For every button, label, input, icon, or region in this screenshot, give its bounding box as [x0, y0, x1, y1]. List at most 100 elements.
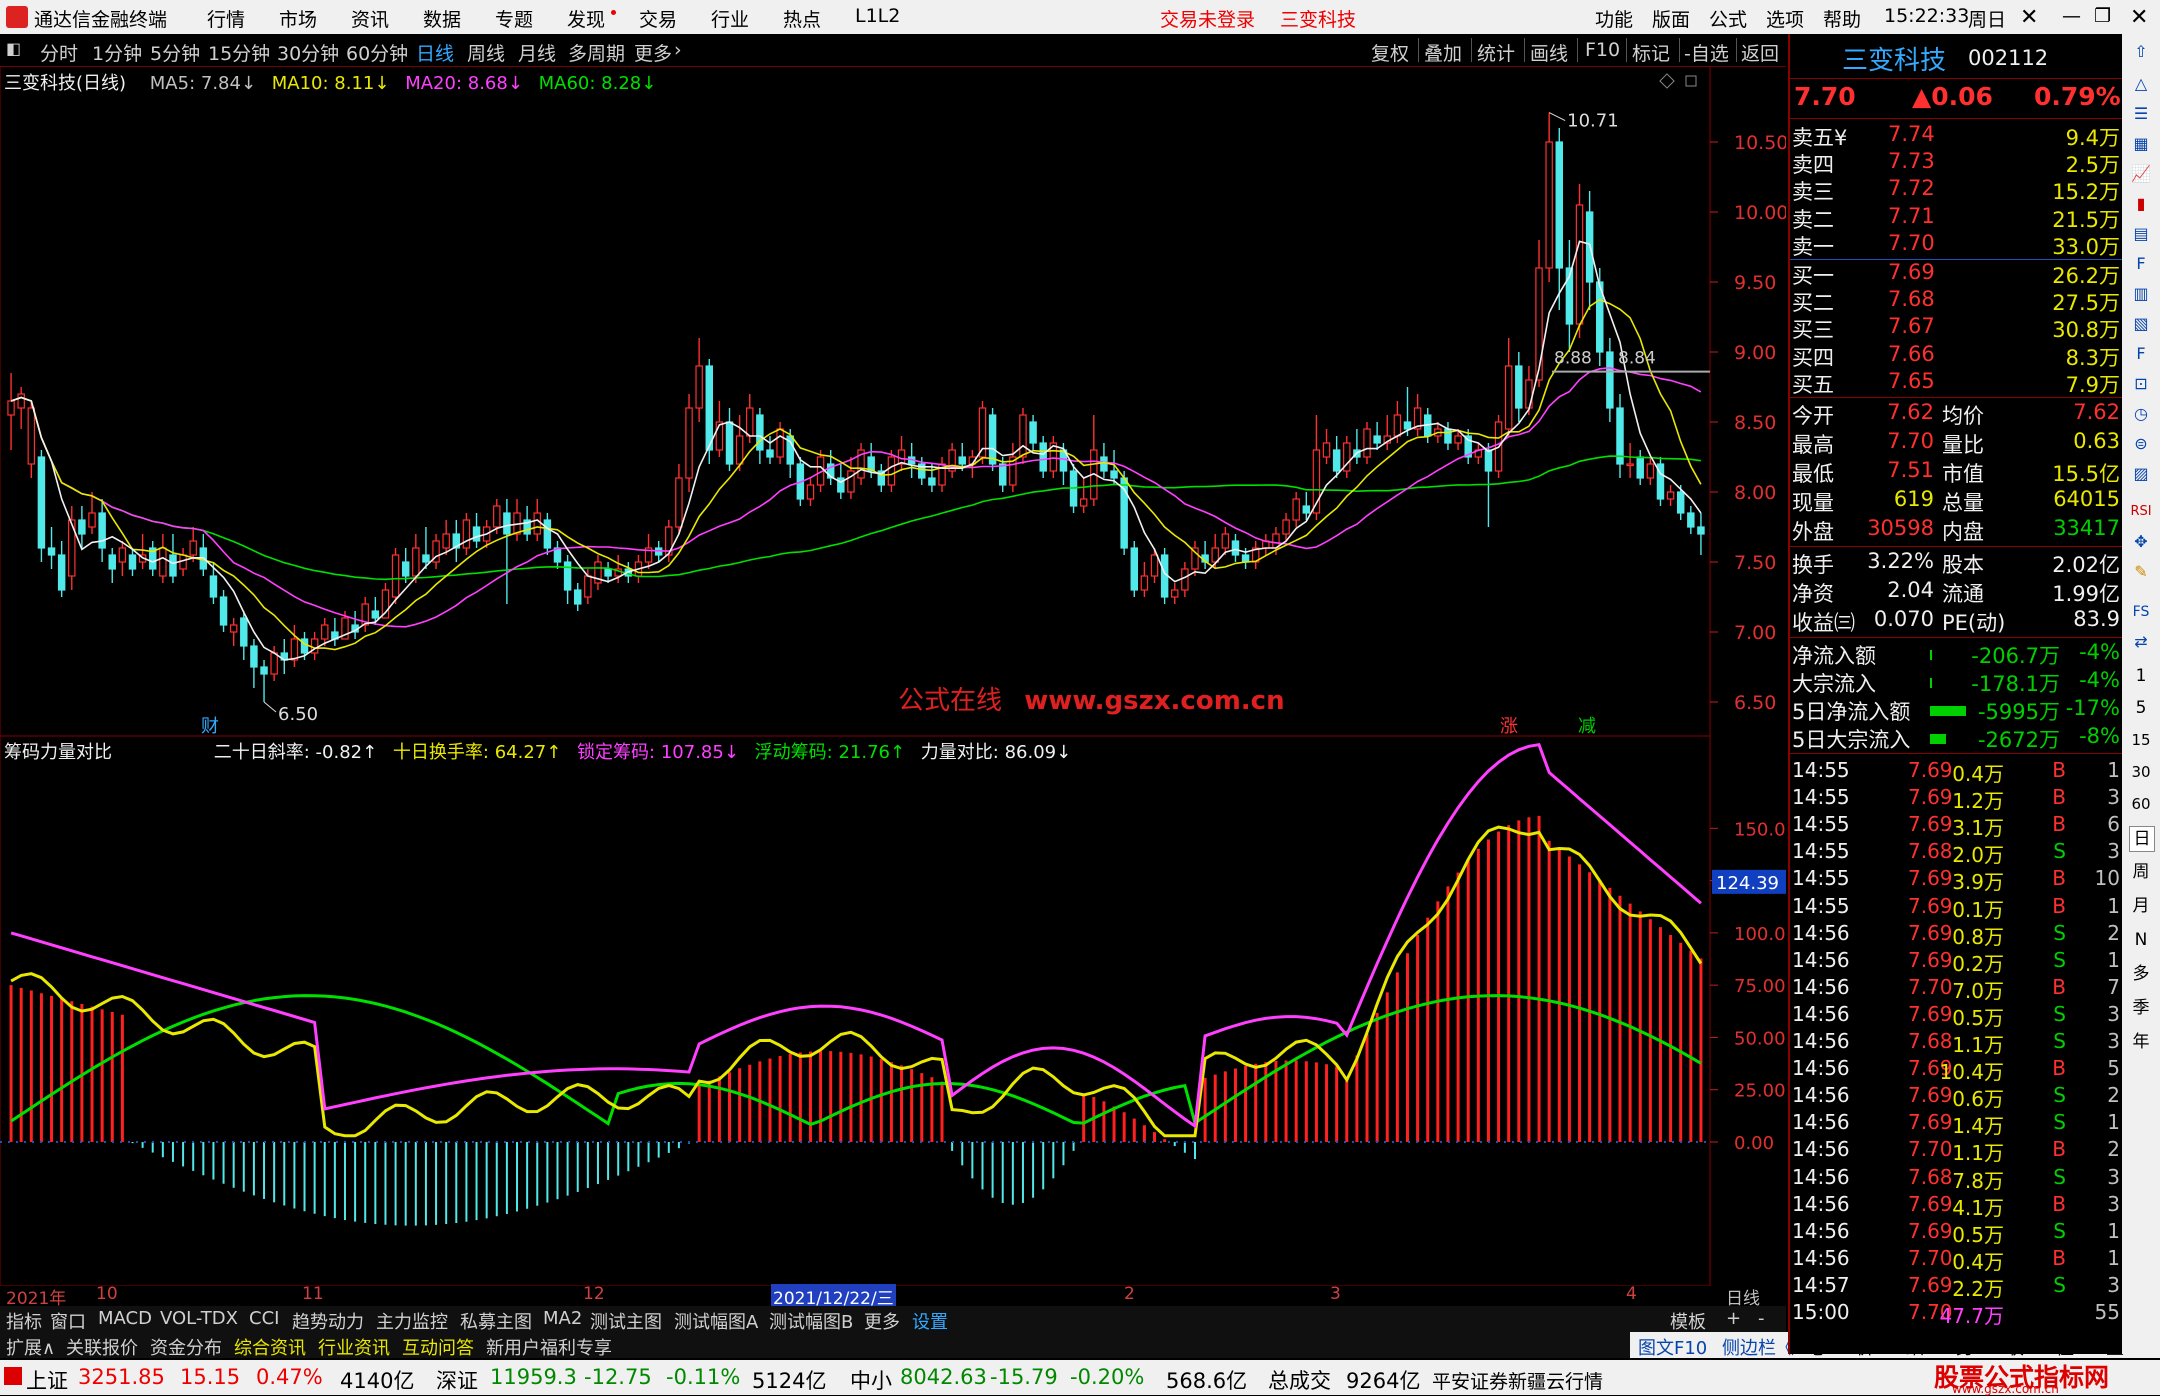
tab-trend[interactable]: 趋势动力 [292, 1308, 364, 1334]
table-icon[interactable]: ▤ [2129, 222, 2153, 246]
zoom-in-button[interactable]: + [1726, 1308, 1741, 1329]
menu-item-layout[interactable]: 版面 [1652, 5, 1690, 32]
zoom-out-button[interactable]: - [1758, 1308, 1765, 1329]
tab-general-news[interactable]: 综合资讯 [234, 1334, 306, 1360]
f10-icon[interactable]: F [2129, 252, 2153, 276]
menu-item-options[interactable]: 选项 [1766, 5, 1804, 32]
menu-item-quote[interactable]: 行情 [207, 5, 245, 32]
kline-chart[interactable]: 10.50 10.00 9.50 9.00 8.50 8.00 7.50 7.00 6.50 10… [0, 66, 1786, 738]
menu-item-l1l2[interactable]: L1L2 [855, 5, 900, 27]
tool-overlay[interactable]: 叠加 [1424, 39, 1462, 66]
menu-item-market[interactable]: 市场 [279, 5, 317, 32]
period-day-button[interactable]: 日 [2129, 826, 2155, 852]
list-icon[interactable]: ☰ [2129, 102, 2153, 126]
lock-icon[interactable]: ⊡ [2129, 372, 2153, 396]
close-app-icon[interactable]: ✕ [2020, 5, 2038, 30]
menu-item-discover[interactable]: 发现 [567, 5, 605, 32]
tab-industry-news[interactable]: 行业资讯 [318, 1334, 390, 1360]
menu-item-industry[interactable]: 行业 [711, 5, 749, 32]
period-week-button[interactable]: 周 [2129, 860, 2153, 884]
login-status[interactable]: 交易未登录 [1160, 5, 1255, 32]
period-30min[interactable]: 30分钟 [277, 39, 339, 66]
menu-item-topics[interactable]: 专题 [495, 5, 533, 32]
tab-new-user-benefit[interactable]: 新用户福利专享 [486, 1334, 612, 1360]
tab-test-main[interactable]: 测试主图 [590, 1308, 662, 1334]
buy-row[interactable]: 买五 7.65 7.9万 [1790, 369, 2124, 397]
period-5min[interactable]: 5分钟 [150, 39, 200, 66]
sell-row[interactable]: 卖一 7.70 33.0万 [1790, 231, 2124, 259]
tab-private-main[interactable]: 私募主图 [460, 1308, 532, 1334]
minimize-icon[interactable]: — [2062, 5, 2081, 27]
chart-line-icon[interactable]: 📈 [2129, 162, 2153, 186]
tab-related-quote[interactable]: 关联报价 [66, 1334, 138, 1360]
restore-icon[interactable]: ❐ [2094, 5, 2111, 27]
grid-icon[interactable]: ▦ [2129, 132, 2153, 156]
menu-item-formula[interactable]: 公式 [1709, 5, 1747, 32]
period-month-button[interactable]: 月 [2129, 894, 2153, 918]
move-icon[interactable]: ✥ [2129, 530, 2153, 554]
period-multi-button[interactable]: 多 [2129, 962, 2153, 986]
tab-qa[interactable]: 互动问答 [402, 1334, 474, 1360]
tab-cci[interactable]: CCI [249, 1308, 279, 1329]
tab-window[interactable]: 窗口 [50, 1308, 86, 1334]
tool-draw[interactable]: 画线 [1530, 39, 1568, 66]
menu-item-help[interactable]: 帮助 [1823, 5, 1861, 32]
period-60min[interactable]: 60分钟 [346, 39, 408, 66]
period-5-button[interactable]: 5 [2129, 696, 2153, 720]
menu-item-news[interactable]: 资讯 [351, 5, 389, 32]
reduce-marker[interactable]: 减 [1578, 712, 1596, 738]
tab-ma2[interactable]: MA2 [543, 1308, 582, 1329]
tool-f10[interactable]: F10 [1585, 39, 1620, 61]
finance-marker[interactable]: 财 [201, 712, 219, 738]
period-1-button[interactable]: 1 [2129, 664, 2153, 688]
tab-test-sub-a[interactable]: 测试幅图A [674, 1308, 758, 1334]
period-quarter-button[interactable]: 季 [2129, 996, 2153, 1020]
money-icon[interactable]: ⊜ [2129, 432, 2153, 456]
candlestick-icon[interactable]: ▮ [2129, 192, 2153, 216]
sell-row[interactable]: 卖三 7.72 15.2万 [1790, 176, 2124, 204]
tool-fuquan[interactable]: 复权 [1371, 39, 1409, 66]
f2-icon[interactable]: F [2129, 342, 2153, 366]
period-weekly[interactable]: 周线 [467, 39, 505, 66]
tab-vol-tdx[interactable]: VOL-TDX [160, 1308, 238, 1329]
tool-stats[interactable]: 统计 [1477, 39, 1515, 66]
tab-more[interactable]: 更多 [864, 1308, 900, 1334]
broker-name[interactable]: 平安证券新疆云行情 [1432, 1367, 1603, 1394]
sell-row[interactable]: 卖四 7.73 2.5万 [1790, 149, 2124, 177]
menu-item-trade[interactable]: 交易 [639, 5, 677, 32]
period-daily[interactable]: 日线 [416, 39, 454, 66]
period-60-button[interactable]: 60 [2129, 792, 2153, 816]
rsi-label[interactable]: RSI [2129, 500, 2153, 524]
period-1min[interactable]: 1分钟 [92, 39, 142, 66]
tab-macd[interactable]: MACD [98, 1308, 152, 1329]
fs-label[interactable]: FS [2129, 600, 2153, 624]
tab-indicator[interactable]: 指标 [6, 1308, 42, 1334]
tab-settings[interactable]: 设置 [912, 1308, 948, 1334]
indicator-chart[interactable]: 150.0125.0100.075.0050.0025.000.00124.39… [0, 736, 1786, 1286]
sell-row[interactable]: 卖二 7.71 21.5万 [1790, 204, 2124, 232]
news-icon[interactable]: ▧ [2129, 312, 2153, 336]
tab-main-monitor[interactable]: 主力监控 [376, 1308, 448, 1334]
zx-label[interactable]: 中小 [850, 1365, 892, 1395]
period-year-button[interactable]: 年 [2129, 1030, 2153, 1054]
period-monthly[interactable]: 月线 [518, 39, 556, 66]
tool-mark[interactable]: 标记 [1632, 39, 1670, 66]
tab-fund-dist[interactable]: 资金分布 [150, 1334, 222, 1360]
arrow-up-icon[interactable]: ⇧ [2129, 40, 2153, 64]
menu-item-hotspot[interactable]: 热点 [783, 5, 821, 32]
arrow-up-outline-icon[interactable]: △ [2129, 72, 2153, 96]
indicator-name[interactable]: 筹码力量对比 [4, 742, 112, 763]
sell-row[interactable]: 卖五¥ 7.74 9.4万 [1790, 122, 2124, 150]
buy-row[interactable]: 买二 7.68 27.5万 [1790, 287, 2124, 315]
tab-test-sub-b[interactable]: 测试幅图B [769, 1308, 853, 1334]
buy-row[interactable]: 买四 7.66 8.3万 [1790, 342, 2124, 370]
limit-up-marker[interactable]: 涨 [1500, 712, 1518, 738]
swap-icon[interactable]: ⇄ [2129, 630, 2153, 654]
sh-label[interactable]: 上证 [26, 1365, 68, 1395]
sidebar-toggle[interactable]: 侧边栏《 [1722, 1334, 1794, 1360]
doc-icon[interactable]: ▥ [2129, 282, 2153, 306]
period-15-button[interactable]: 15 [2129, 728, 2153, 752]
period-multi[interactable]: 多周期 [568, 39, 625, 66]
period-n-button[interactable]: N [2129, 928, 2153, 952]
sz-label[interactable]: 深证 [436, 1365, 478, 1395]
